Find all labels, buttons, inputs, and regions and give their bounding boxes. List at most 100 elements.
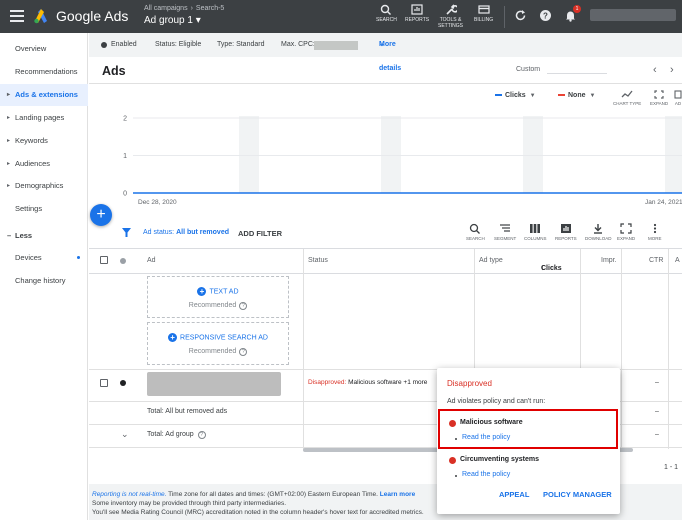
nav-ads-extensions[interactable]: ▸ Ads & extensions bbox=[0, 84, 88, 106]
learn-more-link[interactable]: Learn more bbox=[380, 491, 415, 498]
search-tool-button[interactable]: SEARCH bbox=[376, 4, 397, 23]
nav-settings[interactable]: Settings bbox=[0, 198, 88, 220]
expand-table-button[interactable]: EXPAND bbox=[617, 223, 635, 242]
help-icon[interactable]: ? bbox=[197, 431, 206, 439]
help-icon[interactable]: ? bbox=[239, 302, 248, 310]
weekend-band bbox=[665, 116, 682, 193]
add-text-ad-link[interactable]: + TEXT AD bbox=[148, 287, 288, 296]
account-info-redacted[interactable] bbox=[590, 9, 676, 21]
nav-recommendations[interactable]: Recommendations bbox=[0, 61, 88, 83]
column-header-impr[interactable]: Impr. bbox=[601, 257, 617, 264]
add-filter-button[interactable]: ADD FILTER bbox=[238, 229, 282, 238]
expand-arrow-icon: ▸ bbox=[7, 92, 11, 98]
tools-settings-button[interactable]: TOOLS & SETTINGS bbox=[438, 4, 463, 29]
column-divider bbox=[621, 249, 622, 449]
policy-circumventing-systems: Circumventing systems bbox=[460, 456, 539, 463]
policy-manager-button[interactable]: POLICY MANAGER bbox=[543, 490, 612, 499]
expand-icon bbox=[620, 223, 632, 234]
menu-icon[interactable] bbox=[10, 10, 24, 22]
add-ad-fab-button[interactable]: + bbox=[90, 204, 112, 226]
google-ads-logo-icon bbox=[34, 9, 47, 24]
chart-type-button[interactable]: CHART TYPE bbox=[613, 90, 641, 107]
notification-count-badge: 1 bbox=[573, 5, 581, 13]
reports-icon bbox=[560, 224, 571, 233]
column-header-ctr[interactable]: CTR bbox=[649, 257, 663, 264]
clicks-chart: 2 1 0 Dec 28, 2020 Jan 24, 2021 bbox=[89, 108, 682, 212]
column-header-avg[interactable]: A bbox=[675, 257, 680, 264]
footer-line-2: Some inventory may be provided through t… bbox=[92, 500, 287, 507]
breadcrumb-campaign[interactable]: Search-5 bbox=[196, 5, 224, 12]
nav-landing-pages[interactable]: ▸ Landing pages bbox=[0, 107, 88, 129]
nav-less-toggle[interactable]: – Less bbox=[0, 225, 88, 247]
expand-arrow-icon: ▸ bbox=[7, 183, 11, 189]
ctr-cell: – bbox=[655, 379, 659, 386]
left-navigation: Overview Recommendations ▸ Ads & extensio… bbox=[0, 33, 88, 520]
wrench-icon bbox=[445, 4, 457, 15]
metric-selector-clicks[interactable]: Clicks ▼ bbox=[495, 92, 536, 99]
enabled-status-dot bbox=[101, 42, 107, 48]
read-policy-circumventing-link[interactable]: Read the policy bbox=[462, 471, 510, 478]
chevron-left-icon[interactable]: ‹ bbox=[653, 64, 657, 76]
column-header-ad[interactable]: Ad bbox=[147, 257, 156, 264]
weekend-band bbox=[381, 116, 401, 193]
date-range-selector[interactable] bbox=[547, 66, 607, 74]
total-ctr-cell: – bbox=[655, 408, 659, 415]
billing-tool-button[interactable]: BILLING bbox=[474, 4, 493, 23]
reporting-not-real-time-link[interactable]: Reporting is not real-time. bbox=[92, 491, 166, 498]
chevron-right-icon[interactable]: › bbox=[670, 64, 674, 76]
ad-group-type: Type: Standard bbox=[217, 41, 265, 48]
ad-chart-tool[interactable]: AD bbox=[674, 90, 682, 107]
popup-subtitle: Ad violates policy and can't run: bbox=[447, 398, 546, 405]
top-bar: Google Ads All campaigns › Search-5 Ad gro… bbox=[0, 0, 682, 33]
nav-demographics[interactable]: ▸ Demographics bbox=[0, 175, 88, 197]
bullet bbox=[455, 475, 457, 477]
column-header-ad-type[interactable]: Ad type bbox=[479, 257, 503, 264]
x-tick-label: Jan 24, 2021 bbox=[645, 199, 682, 206]
chevron-down-icon[interactable]: ⌄ bbox=[121, 429, 129, 440]
nav-audiences[interactable]: ▸ Audiences bbox=[0, 153, 88, 175]
ad-status-filter-chip[interactable]: Ad status: All but removed bbox=[143, 229, 229, 236]
reports-button[interactable]: REPORTS bbox=[555, 223, 577, 242]
page-section-title: Ads bbox=[102, 64, 126, 78]
expand-arrow-icon: ▸ bbox=[7, 161, 11, 167]
nav-devices[interactable]: Devices bbox=[0, 247, 88, 269]
more-options-button[interactable]: MORE bbox=[648, 223, 662, 242]
expand-icon bbox=[654, 90, 664, 99]
search-icon bbox=[470, 223, 481, 234]
enabled-status[interactable]: Enabled bbox=[111, 33, 137, 57]
column-header-status[interactable]: Status bbox=[308, 257, 328, 264]
expand-chart-button[interactable]: EXPAND bbox=[650, 90, 668, 107]
reports-tool-button[interactable]: REPORTS bbox=[405, 4, 429, 23]
nav-overview[interactable]: Overview bbox=[0, 38, 88, 60]
refresh-icon[interactable] bbox=[514, 9, 527, 22]
download-button[interactable]: DOWNLOAD bbox=[585, 223, 612, 242]
text-ad-suggestion[interactable]: + TEXT AD Recommended? bbox=[147, 276, 289, 318]
columns-button[interactable]: COLUMNS bbox=[524, 223, 547, 242]
date-range-custom-label[interactable]: Custom bbox=[516, 66, 540, 73]
download-icon bbox=[594, 224, 603, 234]
responsive-search-ad-suggestion[interactable]: + RESPONSIVE SEARCH AD Recommended? bbox=[147, 322, 289, 365]
segment-button[interactable]: SEGMENT bbox=[494, 223, 516, 242]
appeal-button[interactable]: APPEAL bbox=[499, 490, 529, 499]
page-title[interactable]: Ad group 1 ▾ bbox=[144, 15, 201, 26]
help-icon[interactable]: ? bbox=[239, 348, 248, 356]
add-responsive-search-ad-link[interactable]: + RESPONSIVE SEARCH AD bbox=[148, 333, 288, 342]
ad-preview-redacted[interactable] bbox=[147, 372, 281, 396]
footer-line-3: You'll see Media Rating Council (MRC) ac… bbox=[92, 509, 424, 516]
y-tick-label: 0 bbox=[123, 191, 127, 198]
breadcrumb-all-campaigns[interactable]: All campaigns bbox=[144, 5, 188, 12]
y-tick-label: 2 bbox=[123, 116, 127, 123]
max-cpc-redacted[interactable] bbox=[314, 41, 358, 50]
row-checkbox[interactable] bbox=[100, 379, 108, 387]
table-search-button[interactable]: SEARCH bbox=[466, 223, 485, 242]
nav-change-history[interactable]: Change history bbox=[0, 270, 88, 292]
select-all-checkbox[interactable] bbox=[100, 256, 108, 264]
help-icon[interactable]: ? bbox=[539, 9, 552, 22]
credit-card-icon bbox=[477, 5, 490, 14]
filter-funnel-icon[interactable] bbox=[122, 228, 131, 238]
app-name: Google Ads bbox=[56, 8, 129, 24]
ad-status-dot bbox=[120, 380, 126, 386]
nav-keywords[interactable]: ▸ Keywords bbox=[0, 130, 88, 152]
metric-selector-none[interactable]: None ▼ bbox=[558, 92, 595, 99]
ad-status-cell[interactable]: Disapproved: Malicious software +1 more bbox=[308, 379, 427, 386]
